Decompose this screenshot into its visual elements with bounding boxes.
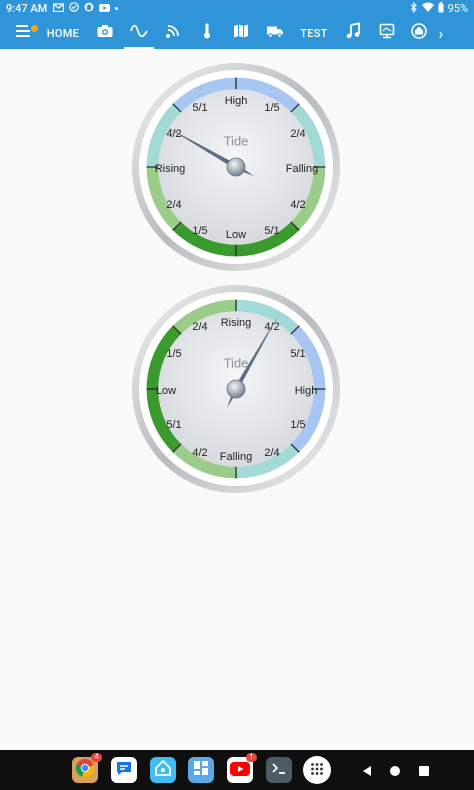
map-icon	[232, 22, 250, 44]
app-grid-icon	[310, 761, 324, 780]
sine-wave-icon	[130, 22, 148, 44]
messages-app-button[interactable]	[111, 757, 137, 783]
home-nav-button[interactable]	[388, 763, 402, 777]
gauge-1-title: Tide	[224, 133, 249, 148]
app-toolbar: HOME TEST ›	[0, 17, 474, 49]
thermometer-icon	[198, 22, 216, 44]
music-note-icon	[344, 22, 362, 44]
gauge-2-label-high: High	[295, 385, 318, 397]
terminal-icon	[270, 759, 288, 781]
system-navigation-bar: 4 1	[0, 750, 474, 790]
gauge-2-label-ur2: 5/1	[290, 348, 305, 360]
youtube-status-icon	[99, 2, 111, 15]
gauge-2-label-falling: Falling	[220, 451, 252, 463]
gauge-1-label-high: High	[225, 95, 248, 107]
tab-home-assistant[interactable]	[404, 17, 434, 49]
tab-vehicle[interactable]	[258, 17, 292, 49]
gauge-2-label-ll2: 4/2	[192, 447, 207, 459]
chevron-right-icon: ›	[438, 23, 444, 43]
tide-gauge-1: High Low Rising Falling 5/1 1/5 4/2 2/4 …	[132, 63, 340, 271]
home-assistant-icon	[410, 22, 428, 44]
gauge-2-label-ll: 5/1	[166, 419, 181, 431]
toolbar-scroll-right[interactable]: ›	[434, 17, 448, 49]
home-assistant-app-icon	[153, 758, 173, 782]
gauge-2-label-ul2: 1/5	[166, 348, 181, 360]
gauge-2-label-rising: Rising	[221, 317, 252, 329]
tab-home[interactable]: HOME	[38, 17, 88, 49]
back-triangle-icon	[360, 763, 374, 782]
gauge-2-label-ul: 2/4	[192, 321, 207, 333]
gauge-1-label-ll2: 1/5	[192, 225, 207, 237]
wifi-icon	[421, 2, 434, 15]
youtube-badge: 1	[246, 753, 257, 762]
tab-camera[interactable]	[88, 17, 122, 49]
gauge-2-label-low: Low	[156, 385, 176, 397]
tab-music[interactable]	[336, 17, 370, 49]
chrome-badge: 4	[91, 753, 102, 762]
bluetooth-icon	[410, 1, 418, 16]
youtube-app-button[interactable]: 1	[227, 753, 257, 783]
home-assistant-status-icon	[84, 2, 94, 15]
dashboard-icon	[192, 759, 210, 781]
tab-wifi-signal[interactable]	[156, 17, 190, 49]
tide-gauge-2: Rising Falling Low High 2/4 4/2 1/5 5/1 …	[132, 285, 340, 493]
gauge-1-label-ul: 5/1	[192, 102, 207, 114]
gauge-1-label-rising: Rising	[155, 163, 186, 175]
tab-test-label: TEST	[300, 26, 328, 40]
tab-home-label: HOME	[46, 26, 80, 40]
messages-icon	[114, 758, 134, 782]
back-button[interactable]	[360, 763, 374, 777]
gmail-icon	[53, 2, 65, 15]
app-drawer-button[interactable]	[303, 756, 331, 784]
status-time: 9:47 AM	[6, 2, 48, 15]
gauge-2-label-lr: 1/5	[290, 419, 305, 431]
gauge-1-label-lr2: 5/1	[264, 225, 279, 237]
recents-button[interactable]	[417, 763, 431, 777]
gauge-1-label-ll: 2/4	[166, 199, 181, 211]
tab-wave[interactable]	[122, 17, 156, 49]
gauge-2-needle-cap	[226, 379, 246, 399]
youtube-icon	[230, 761, 250, 780]
chrome-app-button[interactable]: 4	[72, 753, 102, 783]
gauge-2-title: Tide	[224, 355, 249, 370]
battery-percent: 95%	[447, 2, 468, 15]
check-circle-icon	[69, 2, 80, 15]
recents-square-icon	[417, 763, 431, 782]
truck-icon	[266, 22, 284, 44]
hamburger-icon	[14, 22, 32, 44]
gauge-1-label-lr: 4/2	[290, 199, 305, 211]
menu-button[interactable]	[8, 17, 39, 49]
chrome-icon	[75, 758, 95, 782]
gauge-1-label-low: Low	[226, 229, 246, 241]
signal-waves-icon	[164, 22, 182, 44]
tab-map[interactable]	[224, 17, 258, 49]
battery-icon	[438, 1, 444, 16]
terminal-app-button[interactable]	[266, 757, 292, 783]
home-assistant-app-button[interactable]	[150, 757, 176, 783]
tab-test[interactable]: TEST	[292, 17, 336, 49]
home-circle-icon	[388, 763, 402, 782]
gauge-2-label-lr2: 2/4	[264, 447, 279, 459]
notification-dot	[115, 7, 119, 10]
status-bar: 9:47 AM 95%	[0, 0, 474, 17]
camera-icon	[96, 22, 114, 44]
dashboard-app-button[interactable]	[188, 757, 214, 783]
gauge-1-label-ur2: 2/4	[290, 128, 305, 140]
tab-temperature[interactable]	[190, 17, 224, 49]
gauge-1-needle-cap	[226, 157, 246, 177]
tab-monitor[interactable]	[370, 17, 404, 49]
gauge-1-label-ur: 1/5	[264, 102, 279, 114]
gauge-1-label-falling: Falling	[286, 163, 318, 175]
status-notification-icons	[53, 2, 119, 15]
monitor-icon	[378, 22, 396, 44]
